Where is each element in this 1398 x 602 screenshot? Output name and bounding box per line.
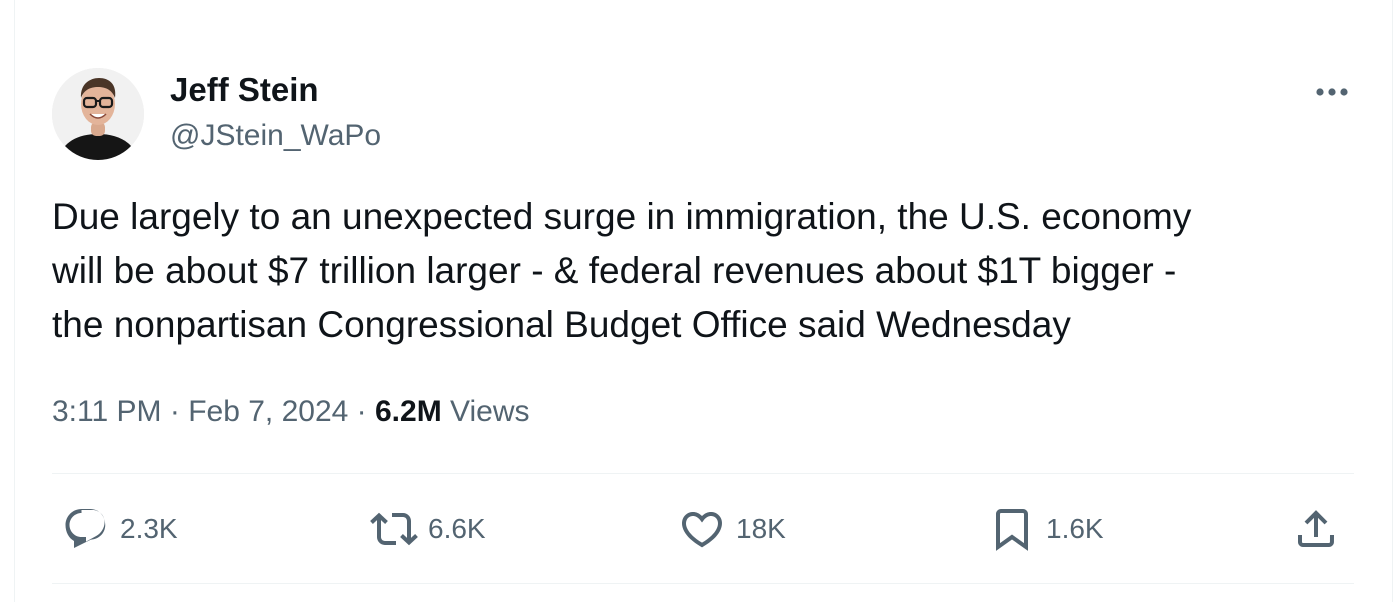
tweet-text-line: the nonpartisan Congressional Budget Off…	[52, 304, 1071, 345]
author-name[interactable]: Jeff Stein	[170, 70, 319, 110]
more-options-button[interactable]	[1308, 76, 1356, 108]
tweet-time[interactable]: 3:11 PM	[52, 395, 162, 428]
meta-separator: ·	[356, 395, 367, 428]
heart-icon	[681, 512, 723, 548]
like-button[interactable]: 18K	[678, 496, 786, 562]
views-label: Views	[450, 395, 530, 428]
author-handle[interactable]: @JStein_WaPo	[170, 117, 381, 155]
share-icon	[1298, 510, 1334, 547]
bookmark-icon	[996, 509, 1028, 551]
reply-count: 2.3K	[120, 513, 178, 544]
like-count: 18K	[736, 513, 786, 544]
action-bar: 2.3K 6.6K 18K 1.6K	[52, 496, 1354, 562]
share-button[interactable]	[1292, 496, 1340, 562]
reply-button[interactable]: 2.3K	[62, 496, 178, 562]
meta-separator: ·	[169, 395, 180, 428]
bookmark-count: 1.6K	[1046, 513, 1104, 544]
tweet-text-line: Due largely to an unexpected surge in im…	[52, 196, 1192, 237]
views-count[interactable]: 6.2M	[375, 395, 442, 428]
card-left-border	[14, 0, 15, 602]
tweet-text: Due largely to an unexpected surge in im…	[52, 190, 1362, 352]
tweet-metadata: 3:11 PM · Feb 7, 2024 · 6.2M Views	[52, 390, 530, 434]
repost-button[interactable]: 6.6K	[370, 496, 486, 562]
more-dots-icon	[1316, 88, 1348, 96]
bookmark-button[interactable]: 1.6K	[988, 496, 1104, 562]
repost-count: 6.6K	[428, 513, 486, 544]
reply-icon	[65, 509, 106, 548]
avatar-image	[52, 68, 144, 160]
divider	[52, 473, 1354, 474]
divider	[52, 583, 1354, 584]
avatar[interactable]	[52, 68, 144, 160]
tweet-text-line: will be about $7 trillion larger - & fed…	[52, 250, 1177, 291]
tweet-date[interactable]: Feb 7, 2024	[188, 395, 348, 428]
repost-icon	[370, 512, 418, 546]
card-right-border	[1392, 0, 1393, 602]
